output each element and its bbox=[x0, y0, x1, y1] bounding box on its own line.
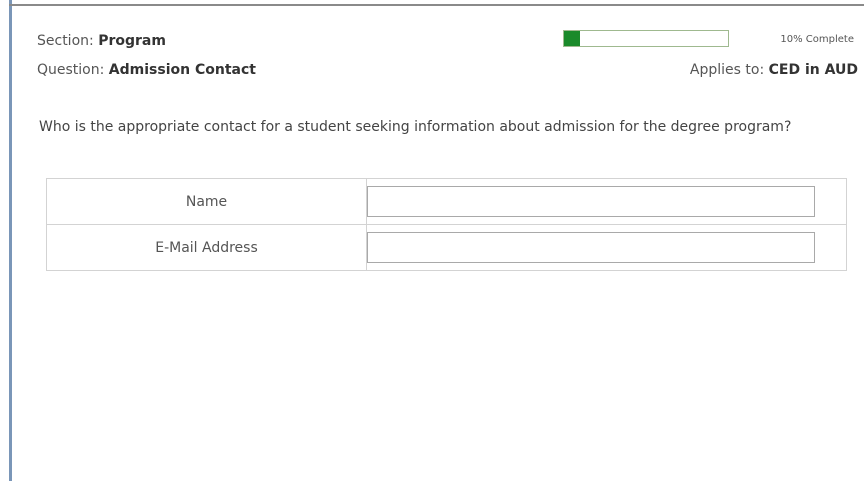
section-label: Section: bbox=[37, 33, 94, 49]
email-input-cell bbox=[366, 224, 847, 271]
progress-text: 10% Complete bbox=[780, 34, 854, 45]
section-value: Program bbox=[98, 33, 166, 49]
form-row-name: Name bbox=[46, 178, 847, 225]
contact-form-table: Name E-Mail Address bbox=[46, 178, 847, 271]
section-info: Section: Program bbox=[37, 33, 166, 49]
question-value: Admission Contact bbox=[108, 62, 256, 78]
progress-bar-fill bbox=[564, 31, 581, 46]
applies-to-info: Applies to: CED in AUD bbox=[690, 62, 858, 78]
progress-bar bbox=[563, 30, 729, 47]
email-label: E-Mail Address bbox=[46, 224, 367, 271]
question-info: Question: Admission Contact bbox=[37, 62, 256, 78]
top-border bbox=[9, 4, 864, 6]
name-input[interactable] bbox=[367, 186, 815, 217]
email-input[interactable] bbox=[367, 232, 815, 263]
question-prompt: Who is the appropriate contact for a stu… bbox=[39, 119, 792, 135]
applies-value: CED in AUD bbox=[768, 62, 858, 78]
left-border bbox=[9, 0, 12, 481]
survey-page: Section: Program Question: Admission Con… bbox=[0, 0, 864, 481]
form-row-email: E-Mail Address bbox=[46, 224, 847, 271]
name-input-cell bbox=[366, 178, 847, 225]
name-label: Name bbox=[46, 178, 367, 225]
applies-label: Applies to: bbox=[689, 62, 765, 78]
question-label: Question: bbox=[37, 62, 105, 78]
